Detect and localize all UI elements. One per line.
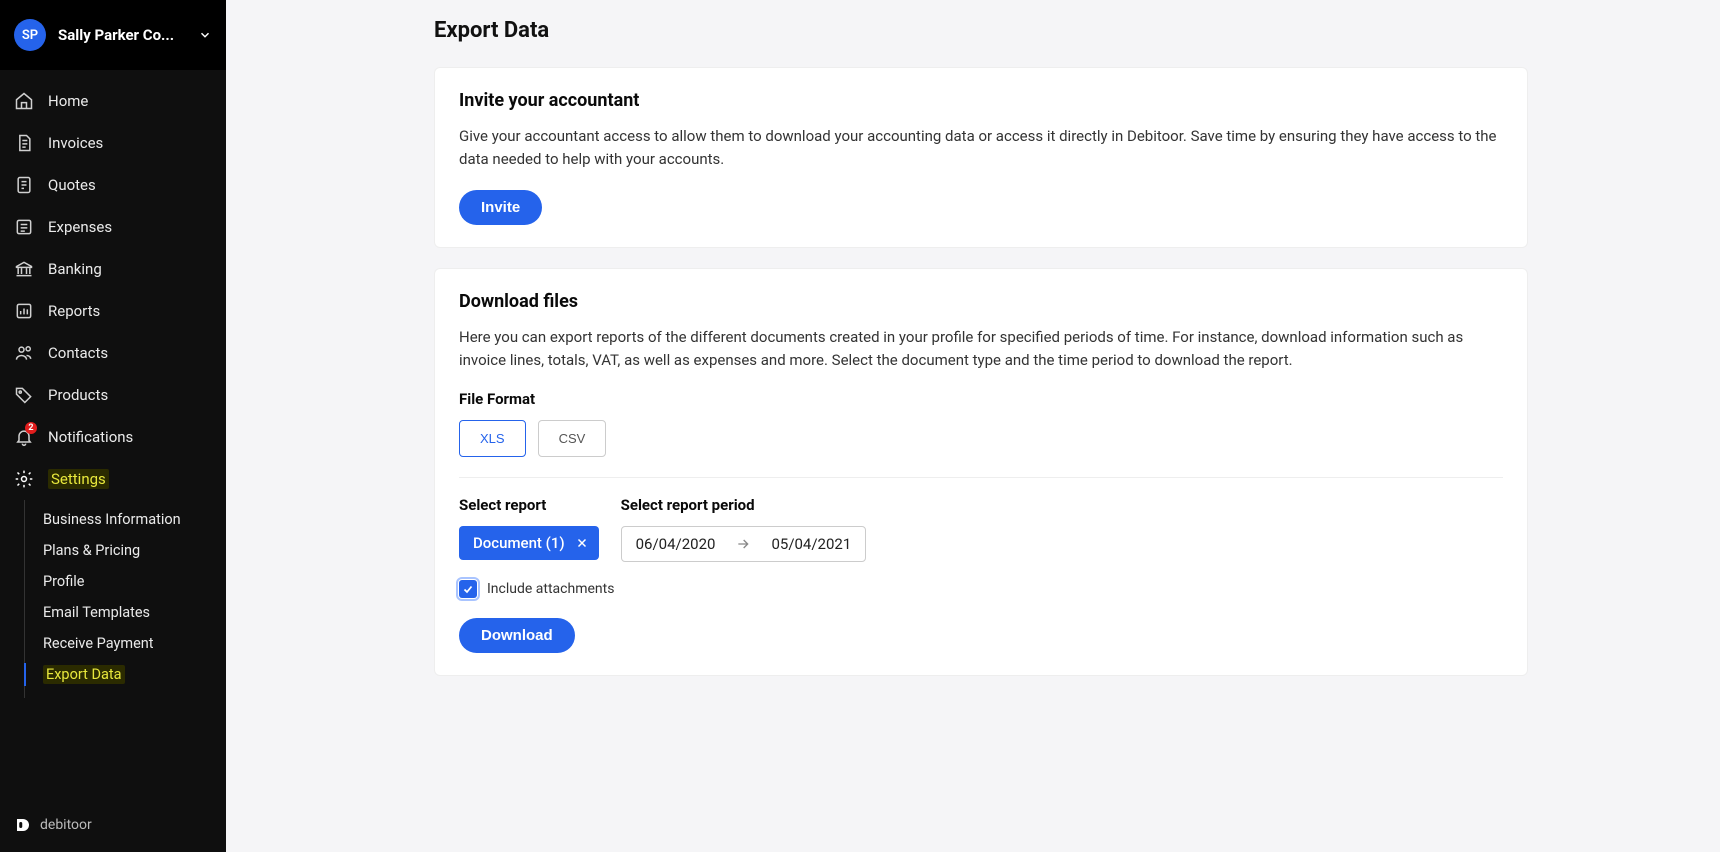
nav-settings[interactable]: Settings xyxy=(0,458,226,500)
download-files-card: Download files Here you can export repor… xyxy=(434,268,1528,677)
include-attachments-label: Include attachments xyxy=(487,581,614,597)
nav-notifications[interactable]: 2 Notifications xyxy=(0,416,226,458)
nav-label: Home xyxy=(48,92,88,110)
close-icon[interactable] xyxy=(575,536,589,550)
subnav-profile[interactable]: Profile xyxy=(25,566,226,597)
nav-expenses[interactable]: Expenses xyxy=(0,206,226,248)
file-format-label: File Format xyxy=(459,390,1503,408)
nav-banking[interactable]: Banking xyxy=(0,248,226,290)
nav-home[interactable]: Home xyxy=(0,80,226,122)
nav-label: Expenses xyxy=(48,218,112,236)
home-icon xyxy=(14,91,34,111)
nav-contacts[interactable]: Contacts xyxy=(0,332,226,374)
notification-badge: 2 xyxy=(25,422,37,434)
chevron-down-icon xyxy=(198,28,212,42)
download-heading: Download files xyxy=(459,291,1503,312)
invite-description: Give your accountant access to allow the… xyxy=(459,125,1503,172)
chart-icon xyxy=(14,301,34,321)
nav-quotes[interactable]: Quotes xyxy=(0,164,226,206)
include-attachments-checkbox[interactable] xyxy=(459,580,477,598)
avatar: SP xyxy=(14,19,46,51)
nav-label: Settings xyxy=(48,469,109,489)
page-title: Export Data xyxy=(434,18,1680,43)
nav-products[interactable]: Products xyxy=(0,374,226,416)
nav-label: Banking xyxy=(48,260,102,278)
subnav-label: Receive Payment xyxy=(43,635,154,652)
company-name: Sally Parker Co... xyxy=(58,26,186,44)
nav-label: Products xyxy=(48,386,108,404)
subnav-business-info[interactable]: Business Information xyxy=(25,504,226,535)
select-report-label: Select report xyxy=(459,496,599,514)
nav-invoices[interactable]: Invoices xyxy=(0,122,226,164)
nav-label: Contacts xyxy=(48,344,108,362)
nav-label: Reports xyxy=(48,302,100,320)
include-attachments-row[interactable]: Include attachments xyxy=(459,580,1503,598)
format-csv-button[interactable]: CSV xyxy=(538,420,607,457)
nav-list: Home Invoices Quotes Expenses Banking xyxy=(0,70,226,500)
nav-label: Invoices xyxy=(48,134,103,152)
subnav-label: Plans & Pricing xyxy=(43,542,140,559)
date-from: 06/04/2020 xyxy=(636,535,716,553)
company-switcher[interactable]: SP Sally Parker Co... xyxy=(0,0,226,70)
brand-name: debitoor xyxy=(40,817,92,833)
subnav-label: Email Templates xyxy=(43,604,150,621)
subnav-export-data[interactable]: Export Data xyxy=(25,659,226,690)
invite-button[interactable]: Invite xyxy=(459,190,542,225)
gear-icon xyxy=(14,469,34,489)
select-period-label: Select report period xyxy=(621,496,867,514)
expense-icon xyxy=(14,217,34,237)
download-description: Here you can export reports of the diffe… xyxy=(459,326,1503,373)
subnav-receive-payment[interactable]: Receive Payment xyxy=(25,628,226,659)
invite-heading: Invite your accountant xyxy=(459,90,1503,111)
subnav-email-templates[interactable]: Email Templates xyxy=(25,597,226,628)
format-xls-button[interactable]: XLS xyxy=(459,420,526,457)
divider xyxy=(459,477,1503,478)
subnav-label: Export Data xyxy=(43,665,125,684)
date-range-picker[interactable]: 06/04/2020 05/04/2021 xyxy=(621,526,867,562)
bank-icon xyxy=(14,259,34,279)
nav-label: Quotes xyxy=(48,176,96,194)
date-to: 05/04/2021 xyxy=(771,535,851,553)
settings-subnav: Business Information Plans & Pricing Pro… xyxy=(24,500,226,698)
nav-reports[interactable]: Reports xyxy=(0,290,226,332)
sidebar: SP Sally Parker Co... Home Invoices Quot… xyxy=(0,0,226,852)
subnav-label: Business Information xyxy=(43,511,181,528)
subnav-label: Profile xyxy=(43,573,84,590)
invoice-icon xyxy=(14,133,34,153)
invite-accountant-card: Invite your accountant Give your account… xyxy=(434,67,1528,248)
quote-icon xyxy=(14,175,34,195)
tag-icon xyxy=(14,385,34,405)
file-format-group: XLS CSV xyxy=(459,420,1503,457)
contacts-icon xyxy=(14,343,34,363)
report-chip-label: Document (1) xyxy=(473,534,565,552)
report-chip[interactable]: Document (1) xyxy=(459,526,599,560)
brand-logo-icon xyxy=(14,816,32,834)
main-content: Export Data Invite your accountant Give … xyxy=(226,0,1720,852)
nav-label: Notifications xyxy=(48,428,133,446)
arrow-right-icon xyxy=(735,536,751,552)
subnav-plans-pricing[interactable]: Plans & Pricing xyxy=(25,535,226,566)
brand-footer[interactable]: debitoor xyxy=(0,798,226,852)
download-button[interactable]: Download xyxy=(459,618,575,653)
